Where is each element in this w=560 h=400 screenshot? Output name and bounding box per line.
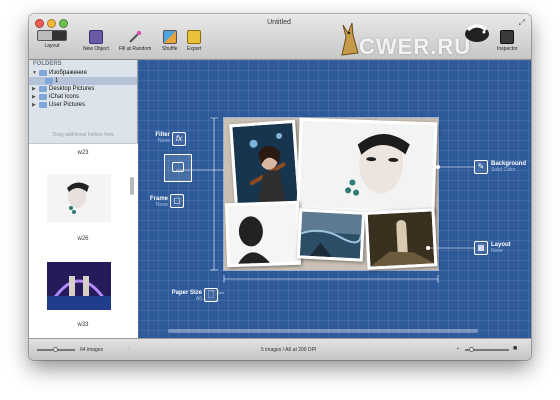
export-icon [187, 30, 202, 44]
filter-value: None [158, 138, 170, 144]
thumbnail-image[interactable] [47, 174, 111, 222]
folder-icon [39, 94, 47, 100]
export-label: Export [187, 46, 202, 52]
inspector-button[interactable]: Inspector [497, 30, 518, 52]
disclosure-right-icon[interactable]: ▶ [32, 93, 36, 101]
background-control-label: Background Solid Color [491, 161, 526, 173]
disclosure-down-icon[interactable]: ▼ [32, 69, 37, 77]
toolbar: Untitled ⤢ Layout New Object Fill at Ran… [29, 14, 531, 60]
zoom-window-button[interactable] [59, 19, 68, 28]
thumbnail-size-slider[interactable] [37, 347, 75, 352]
folder-icon [39, 86, 47, 92]
layout-button[interactable]: Layout [37, 30, 67, 49]
folder-item-user-pictures[interactable]: ▶ User Pictures [29, 101, 137, 109]
layout-canvas[interactable]: Filter None fx Frame None ▢ Paper Size A… [138, 60, 531, 338]
layout-grid-icon[interactable]: ▦ [474, 241, 488, 255]
layout-summary: 5 images / A6 at 200 DPI [261, 347, 317, 353]
folder-label: Desktop Pictures [49, 86, 95, 92]
thumbnail-label: w26 [77, 236, 89, 242]
folder-item-1[interactable]: 1 [29, 77, 137, 85]
status-bar: 64 images ⁞ 5 images / A6 at 200 DPI ▪ ■ [29, 338, 531, 360]
paper-sheet[interactable] [224, 117, 438, 270]
thumbnail-label: w33 [77, 322, 89, 328]
folder-label: iChat Icons [49, 94, 80, 100]
watermark-text: CWER.RU [359, 34, 472, 59]
frame-control-label: Frame None [140, 196, 168, 208]
folder-item-images[interactable]: ▼ Изображения [29, 69, 137, 77]
zoom-out-icon[interactable]: ▪ [457, 346, 459, 352]
frame-value: None [156, 202, 168, 208]
zoom-slider[interactable] [465, 347, 509, 352]
photo-statue[interactable] [364, 208, 438, 270]
filter-fx-icon[interactable]: fx [172, 132, 186, 146]
folder-icon [39, 70, 47, 76]
paper-size-value: A6 [195, 296, 202, 302]
zoom-in-icon[interactable]: ■ [513, 345, 517, 352]
thumbnail-label: w23 [77, 150, 89, 156]
folder-item-desktop-pictures[interactable]: ▶ Desktop Pictures [29, 85, 137, 93]
magic-wand-icon [128, 30, 142, 44]
sidebar: FOLDERS ▼ Изображения 1 ▶ Desktop Pictur… [29, 60, 138, 338]
photo-silhouette[interactable] [224, 200, 302, 268]
shuffle-label: Shuffle [162, 46, 178, 52]
folder-icon [39, 102, 47, 108]
paper-size-control-label: Paper Size A6 [140, 290, 202, 302]
background-value: Solid Color [491, 167, 516, 173]
layout-value: None [491, 248, 503, 254]
inspector-label: Inspector [497, 46, 518, 52]
folder-label: Изображения [49, 70, 87, 76]
selected-photo-frame[interactable] [164, 154, 192, 182]
minimize-window-button[interactable] [47, 19, 56, 28]
frame-icon[interactable]: ▢ [170, 194, 184, 208]
layout-control-label: Layout None [491, 242, 511, 254]
thumbnail-image[interactable] [45, 262, 113, 311]
photo-seascape[interactable] [296, 208, 366, 262]
folder-label: User Pictures [49, 102, 86, 108]
image-count: 64 images [80, 347, 104, 353]
new-object-button[interactable]: New Object [83, 30, 109, 52]
canvas-horizontal-scrollbar[interactable] [168, 329, 478, 333]
photo-violinist[interactable] [229, 119, 301, 209]
zoom-slider-knob[interactable] [469, 347, 474, 352]
disclosure-right-icon[interactable]: ▶ [32, 101, 36, 109]
fullscreen-icon[interactable]: ⤢ [519, 18, 525, 28]
camera-icon [172, 162, 184, 172]
folders-header: FOLDERS [33, 61, 62, 67]
window-title: Untitled [267, 19, 291, 26]
skunk-mascot-logo [462, 20, 492, 49]
close-window-button[interactable] [35, 19, 44, 28]
thumbnail-list[interactable]: w23 w26 w33 [29, 143, 138, 338]
background-brush-icon[interactable]: ✎ [474, 160, 488, 174]
sidebar-divider-grip-icon[interactable]: ⁞ [129, 345, 130, 351]
folder-icon [45, 78, 53, 84]
folder-item-ichat-icons[interactable]: ▶ iChat Icons [29, 93, 137, 101]
fill-at-random-button[interactable]: Fill at Random [119, 30, 151, 52]
sidebar-scrollbar[interactable] [130, 177, 134, 195]
new-object-icon [88, 30, 103, 44]
slider-knob[interactable] [53, 347, 58, 352]
shuffle-button[interactable]: Shuffle [162, 30, 177, 52]
paper-size-icon[interactable]: 🗋 [204, 288, 218, 302]
export-button[interactable]: Export [187, 30, 201, 52]
filter-control-label: Filter None [140, 132, 170, 144]
drag-folders-hint: Drag additional folders here [52, 132, 115, 138]
fill-at-random-label: Fill at Random [119, 46, 152, 52]
layout-toggle-icon [37, 30, 67, 41]
shuffle-icon [162, 30, 177, 44]
new-object-label: New Object [83, 46, 109, 52]
app-window: Untitled ⤢ Layout New Object Fill at Ran… [29, 14, 531, 360]
layout-label: Layout [44, 43, 60, 49]
inspector-icon [500, 30, 515, 44]
folder-label: 1 [55, 78, 59, 84]
disclosure-right-icon[interactable]: ▶ [32, 85, 36, 93]
photo-portrait[interactable] [296, 117, 438, 215]
